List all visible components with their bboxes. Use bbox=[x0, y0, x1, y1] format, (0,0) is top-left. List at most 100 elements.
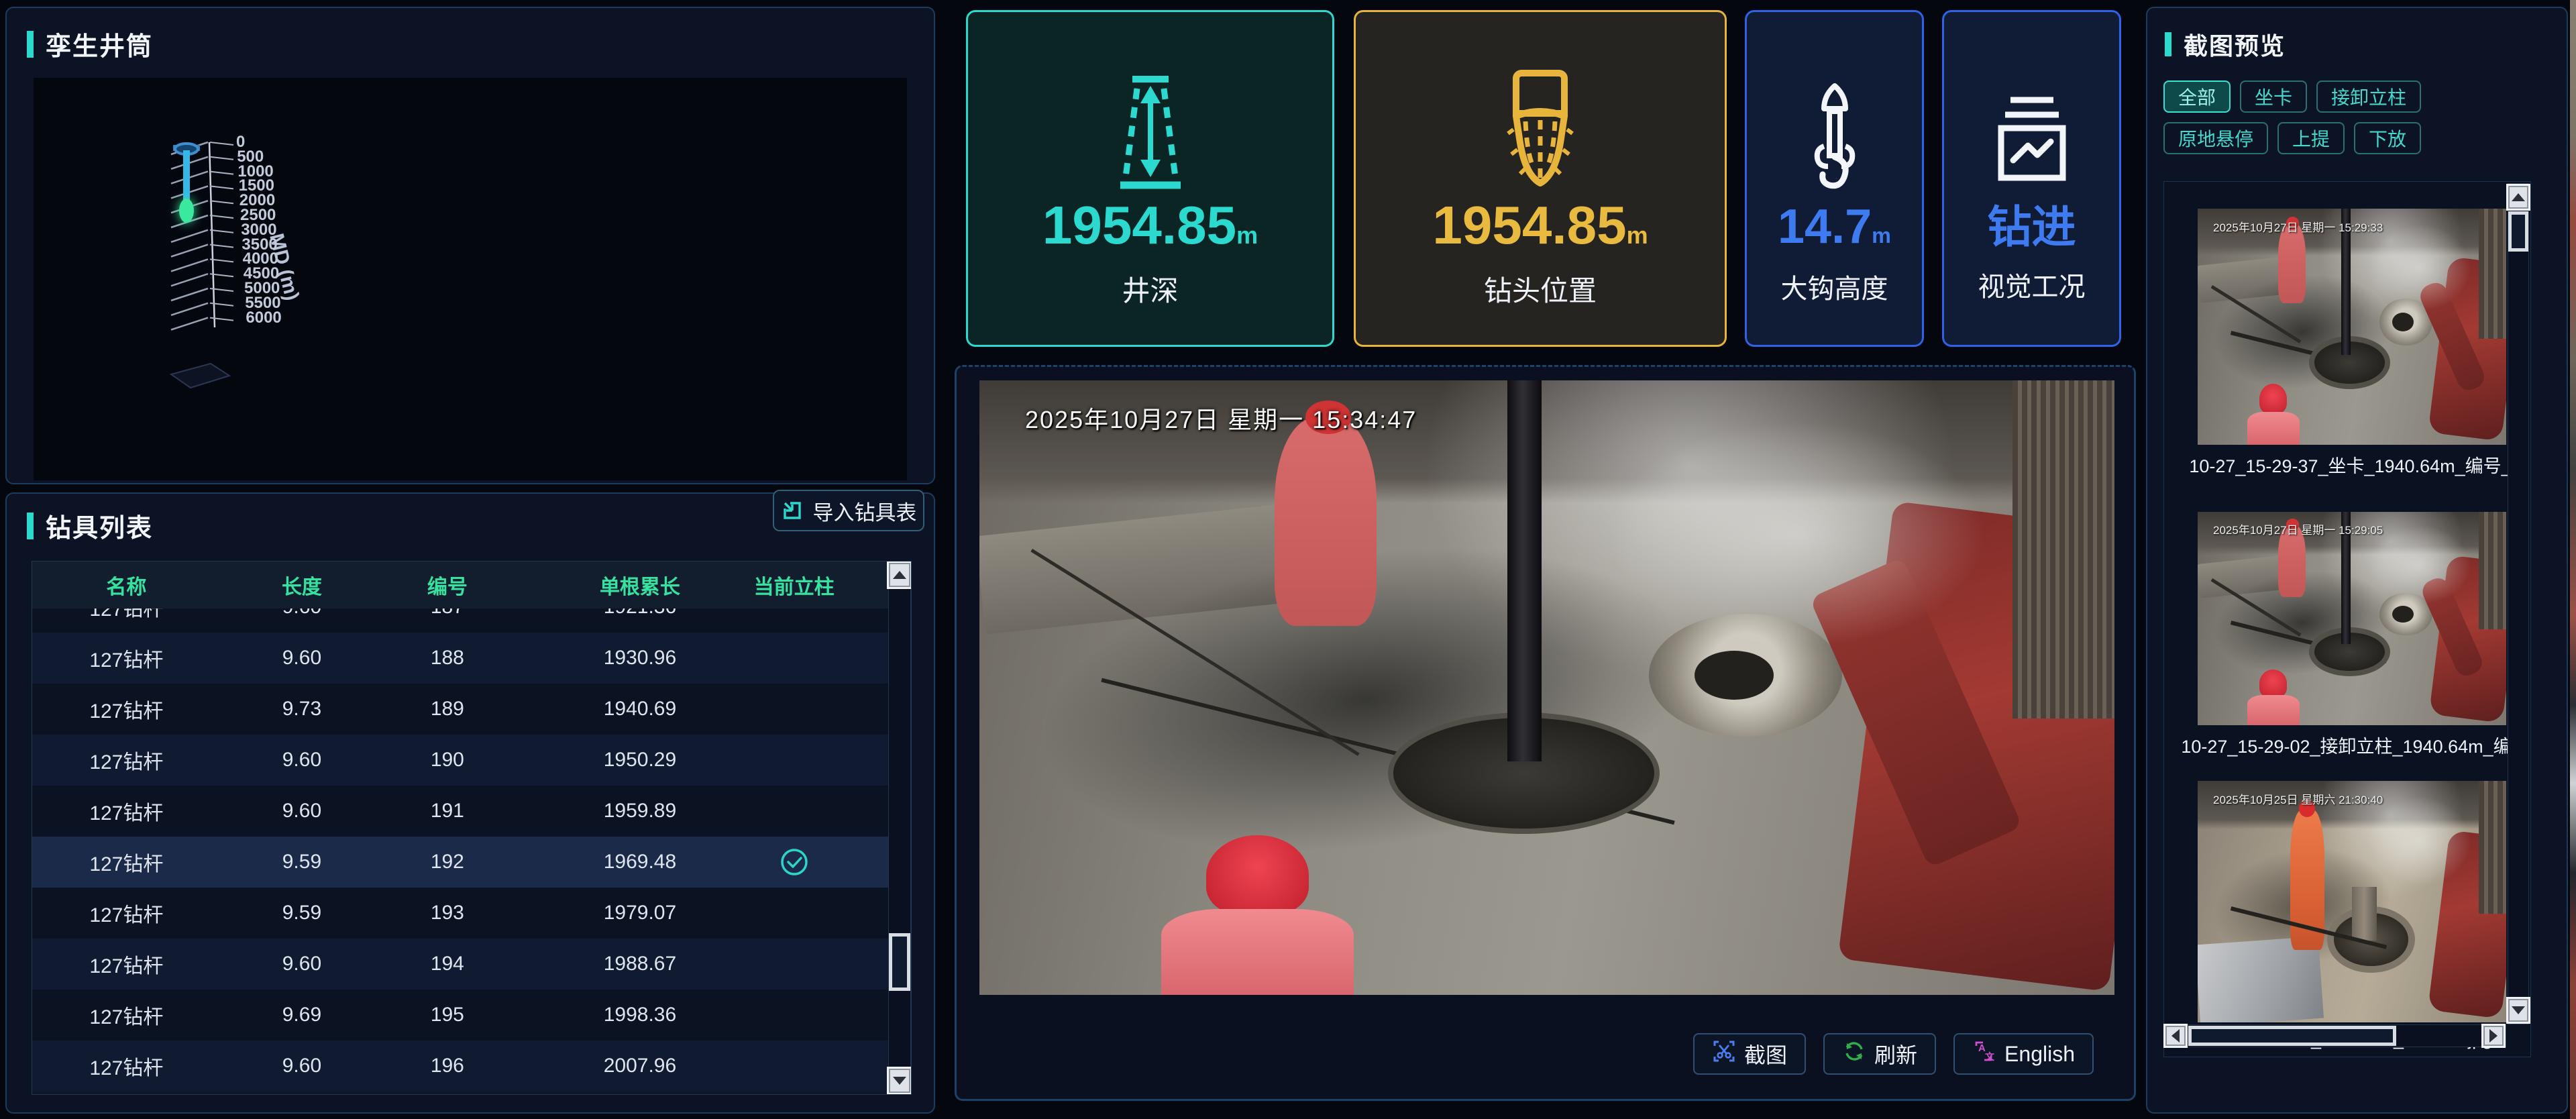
table-scrollbar-track[interactable] bbox=[888, 562, 911, 1094]
cell-number: 189 bbox=[370, 684, 525, 735]
wellbore-panel-title: 孪生井筒 bbox=[46, 25, 153, 62]
drill-tools-table: 名称长度编号单根累长当前立柱 127钻杆9.601871921.36127钻杆9… bbox=[32, 561, 912, 1095]
table-row[interactable]: 127钻杆9.601881930.96 bbox=[32, 633, 888, 684]
cell-name: 127钻杆 bbox=[50, 990, 204, 1041]
preview-scrollbar-track[interactable] bbox=[2508, 183, 2529, 1024]
table-header-row: 名称长度编号单根累长当前立柱 bbox=[32, 562, 888, 610]
cell-cum: 1921.36 bbox=[563, 608, 717, 633]
cell-current bbox=[730, 735, 858, 786]
title-accent-bar bbox=[27, 31, 34, 58]
preview-scroll-up-button[interactable] bbox=[2508, 186, 2528, 209]
scene-w2b bbox=[2247, 412, 2300, 445]
column-header: 单根累长 bbox=[563, 562, 717, 608]
refresh-button[interactable]: 刷新 bbox=[1823, 1033, 1936, 1075]
preview-hscrollbar-thumb[interactable] bbox=[2188, 1026, 2396, 1046]
cell-current bbox=[730, 990, 858, 1041]
preview-scroll-down-button[interactable] bbox=[2508, 999, 2528, 1022]
title-accent-bar bbox=[2165, 32, 2171, 56]
live-video-feed[interactable]: 2025年10月27日 星期一 15:34:47 bbox=[979, 380, 2114, 995]
table-scrollbar-thumb[interactable] bbox=[889, 933, 910, 991]
arrow-up-icon bbox=[2512, 193, 2525, 201]
table-row[interactable]: 127钻杆9.731891940.69 bbox=[32, 684, 888, 735]
table-row[interactable]: 127钻杆9.591931979.07 bbox=[32, 888, 888, 939]
scene-stub bbox=[2352, 887, 2377, 940]
cell-name: 127钻杆 bbox=[50, 786, 204, 837]
drill-pipe-3d bbox=[183, 150, 190, 203]
table-scroll-down-button[interactable] bbox=[889, 1069, 910, 1093]
import-drill-table-button[interactable]: 导入钻具表 bbox=[773, 490, 924, 531]
current-column-check-icon bbox=[780, 847, 809, 877]
cell-length: 9.60 bbox=[225, 735, 379, 786]
tools-panel-header: 钻具列表 bbox=[27, 507, 153, 544]
screenshot-thumbnail[interactable]: 2025年10月27日 星期一 15:29:0510-27_15-29-02_接… bbox=[2198, 512, 2506, 725]
filter-button-下放[interactable]: 下放 bbox=[2354, 122, 2421, 154]
cell-name: 127钻杆 bbox=[50, 837, 204, 888]
preview-scroll-left-button[interactable] bbox=[2165, 1026, 2186, 1046]
bit-position-value: 1954.85m bbox=[1432, 199, 1648, 252]
tools-panel-title: 钻具列表 bbox=[46, 507, 153, 544]
cell-current bbox=[730, 888, 858, 939]
cell-number: 193 bbox=[370, 888, 525, 939]
scene-w2h bbox=[1206, 835, 1308, 915]
cell-name: 127钻杆 bbox=[50, 684, 204, 735]
filter-button-坐卡[interactable]: 坐卡 bbox=[2240, 81, 2307, 113]
table-row[interactable]: 127钻杆9.601962007.96 bbox=[32, 1041, 888, 1091]
arrow-right-icon bbox=[2489, 1029, 2498, 1043]
thumbnail-timestamp-overlay: 2025年10月27日 星期一 15:29:05 bbox=[2213, 521, 2383, 537]
cell-cum: 1950.29 bbox=[563, 735, 717, 786]
table-row[interactable]: 127钻杆9.601941988.67 bbox=[32, 939, 888, 990]
table-row[interactable]: 127钻杆9.601901950.29 bbox=[32, 735, 888, 786]
language-toggle-button[interactable]: A文English bbox=[1953, 1033, 2094, 1075]
table-row[interactable]: 127钻杆9.601871921.36 bbox=[32, 608, 888, 633]
cell-number: 191 bbox=[370, 786, 525, 837]
well-depth-label: 井深 bbox=[1122, 268, 1178, 309]
preview-scrollbar-thumb[interactable] bbox=[2508, 211, 2528, 252]
cell-length: 9.59 bbox=[225, 837, 379, 888]
preview-scroll-right-button[interactable] bbox=[2483, 1026, 2504, 1046]
wellbore-bottom-cube bbox=[171, 364, 229, 388]
wellbore-panel-header: 孪生井筒 bbox=[27, 25, 153, 62]
filter-button-原地悬停[interactable]: 原地悬停 bbox=[2163, 122, 2268, 154]
screenshot-preview-panel: 截图预览 全部坐卡接卸立柱原地悬停上提下放 2025年10月27日 星期一 15… bbox=[2146, 7, 2568, 1114]
cell-cum: 1969.48 bbox=[563, 837, 717, 888]
thumbnail-caption: 10-27_15-29-37_坐卡_1940.64m_编号_1 bbox=[2178, 451, 2533, 478]
scene-spool2 bbox=[2392, 313, 2414, 331]
thumbnail-image: 2025年10月27日 星期一 15:29:33 bbox=[2198, 209, 2506, 445]
arrow-left-icon bbox=[2171, 1029, 2180, 1043]
table-row[interactable]: 127钻杆9.601911959.89 bbox=[32, 786, 888, 837]
wellbore-3d-view[interactable]: MD (m) 050010001500200025003000350040004… bbox=[34, 78, 907, 480]
thumbnail-caption: 10-27_15-29-02_接卸立柱_1940.64m_编号 bbox=[2178, 732, 2533, 758]
scene-spool2 bbox=[1695, 651, 1774, 700]
button-label: 刷新 bbox=[1874, 1038, 1917, 1069]
thumbnail-list: 2025年10月27日 星期一 15:29:33 10-27_15-29-37_坐… bbox=[2163, 181, 2531, 1057]
table-scroll-up-button[interactable] bbox=[889, 563, 910, 587]
monitor-chart-icon bbox=[1992, 54, 2072, 198]
table-row[interactable]: 127钻杆9.691951998.36 bbox=[32, 990, 888, 1041]
title-accent-bar bbox=[27, 513, 34, 539]
screenshot-thumbnail[interactable]: 2025年10月27日 星期一 15:29:3310-27_15-29-37_坐… bbox=[2198, 209, 2506, 445]
table-row[interactable]: 127钻杆9.591921969.48 bbox=[32, 837, 888, 888]
cell-current bbox=[730, 837, 858, 888]
cell-number: 195 bbox=[370, 990, 525, 1041]
bit-position-label: 钻头位置 bbox=[1484, 268, 1597, 309]
wellbore-panel: 孪生井筒 MD (m) 0500100015002000250030003500… bbox=[5, 7, 935, 484]
screenshot-scissors-icon bbox=[1712, 1039, 1736, 1069]
column-header: 名称 bbox=[50, 562, 204, 608]
screenshot-button[interactable]: 截图 bbox=[1693, 1033, 1806, 1075]
screenshot-thumbnail[interactable]: 2025年10月25日 星期六 21:30:402025-10-25_21-30… bbox=[2198, 781, 2506, 1022]
filter-button-全部[interactable]: 全部 bbox=[2163, 81, 2231, 113]
well-depth-icon bbox=[1100, 48, 1201, 192]
filter-button-上提[interactable]: 上提 bbox=[2277, 122, 2345, 154]
cell-name: 127钻杆 bbox=[50, 1041, 204, 1091]
filter-button-接卸立柱[interactable]: 接卸立柱 bbox=[2316, 81, 2421, 113]
cell-length: 9.60 bbox=[225, 608, 379, 633]
drill-bit-icon bbox=[1487, 48, 1594, 192]
cell-name: 127钻杆 bbox=[50, 939, 204, 990]
video-timestamp-overlay: 2025年10月27日 星期一 15:34:47 bbox=[1025, 401, 1417, 435]
thumbnail-timestamp-overlay: 2025年10月25日 星期六 21:30:40 bbox=[2213, 790, 2383, 807]
scene-stack bbox=[2012, 380, 2114, 718]
cell-length: 9.60 bbox=[225, 786, 379, 837]
cell-number: 187 bbox=[370, 608, 525, 633]
well-depth-value: 1954.85m bbox=[1042, 199, 1258, 252]
cell-length: 9.73 bbox=[225, 684, 379, 735]
